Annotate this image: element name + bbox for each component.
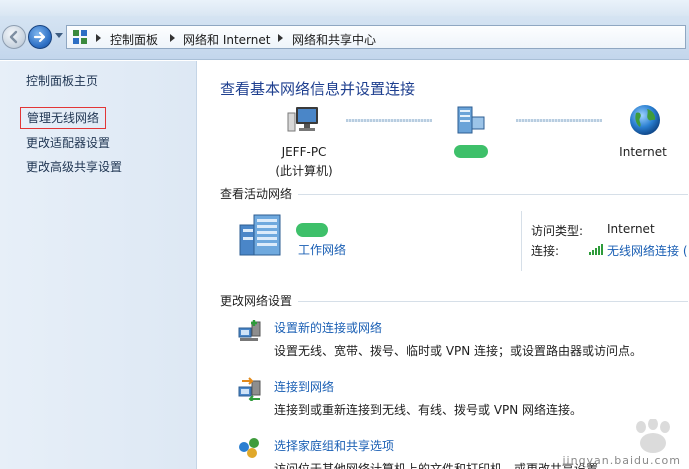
section-divider [298, 194, 688, 195]
forward-arrow-icon [33, 31, 46, 43]
internet-label: Internet [619, 145, 667, 159]
wireless-connection-link[interactable]: 无线网络连接 ( [607, 242, 688, 259]
homegroup-sharing-desc: 访问位于其他网络计算机上的文件和打印机，或更改共享设置 [274, 462, 599, 469]
wireless-signal-icon [589, 244, 603, 255]
new-connection-icon [238, 320, 261, 341]
window-toolbar: 控制面板 网络和 Internet 网络和共享中心 [0, 0, 689, 60]
active-networks-label: 查看活动网络 [220, 187, 293, 201]
connection-line [516, 119, 602, 122]
network-name-redacted [454, 145, 488, 158]
network-building-icon [239, 214, 281, 256]
control-panel-icon [73, 30, 87, 44]
back-arrow-icon [9, 30, 18, 44]
breadcrumb-network-sharing-center[interactable]: 网络和共享中心 [292, 31, 376, 48]
breadcrumb-control-panel[interactable]: 控制面板 [110, 31, 158, 48]
computer-icon[interactable] [286, 105, 320, 135]
access-type-key: 访问类型: [531, 224, 584, 238]
vertical-divider [521, 211, 522, 271]
section-divider [298, 301, 688, 302]
network-icon[interactable] [454, 105, 488, 135]
setup-new-connection-desc: 设置无线、宽带、拨号、临时或 VPN 连接；或设置路由器或访问点。 [274, 344, 643, 358]
homegroup-sharing-link[interactable]: 选择家庭组和共享选项 [274, 437, 394, 454]
homegroup-icon [239, 438, 259, 458]
watermark-text: jingyan.baidu.com [562, 454, 681, 467]
change-advanced-sharing-link[interactable]: 更改高级共享设置 [26, 158, 122, 175]
setup-new-connection-link[interactable]: 设置新的连接或网络 [274, 319, 382, 336]
connection-key: 连接: [531, 244, 560, 258]
connect-to-network-desc: 连接到或重新连接到无线、有线、拨号或 VPN 网络连接。 [274, 403, 583, 417]
back-button[interactable] [2, 25, 26, 49]
forward-button[interactable] [28, 25, 52, 49]
computer-note: (此计算机) [275, 164, 333, 178]
computer-name: JEFF-PC [281, 145, 327, 159]
change-settings-label: 更改网络设置 [220, 294, 293, 308]
connection-line [346, 119, 432, 122]
access-type-value: Internet [607, 222, 655, 236]
title-strip [0, 0, 689, 16]
connect-to-network-icon [238, 377, 261, 401]
address-bar[interactable]: 控制面板 网络和 Internet 网络和共享中心 [66, 25, 686, 49]
main-content: 查看基本网络信息并设置连接 JEFF-PC (此计算机) Internet 查看… [198, 61, 689, 469]
connect-to-network-link[interactable]: 连接到网络 [274, 378, 334, 395]
internet-globe-icon[interactable] [628, 103, 662, 137]
manage-wireless-networks-link[interactable]: 管理无线网络 [20, 107, 107, 129]
control-panel-home-link[interactable]: 控制面板主页 [26, 72, 98, 89]
change-adapter-settings-link[interactable]: 更改适配器设置 [26, 134, 110, 151]
breadcrumb-separator[interactable] [278, 34, 283, 42]
breadcrumb-separator[interactable] [96, 34, 101, 42]
page-title: 查看基本网络信息并设置连接 [220, 80, 416, 98]
active-network-name-redacted [296, 223, 328, 237]
breadcrumb-network-internet[interactable]: 网络和 Internet [183, 31, 270, 48]
network-type-link[interactable]: 工作网络 [298, 241, 346, 258]
baidu-paw-watermark-icon [636, 419, 670, 453]
breadcrumb-separator[interactable] [170, 34, 175, 42]
left-pane: 控制面板主页 管理无线网络 更改适配器设置 更改高级共享设置 [0, 61, 197, 469]
recent-pages-dropdown[interactable] [55, 33, 63, 38]
